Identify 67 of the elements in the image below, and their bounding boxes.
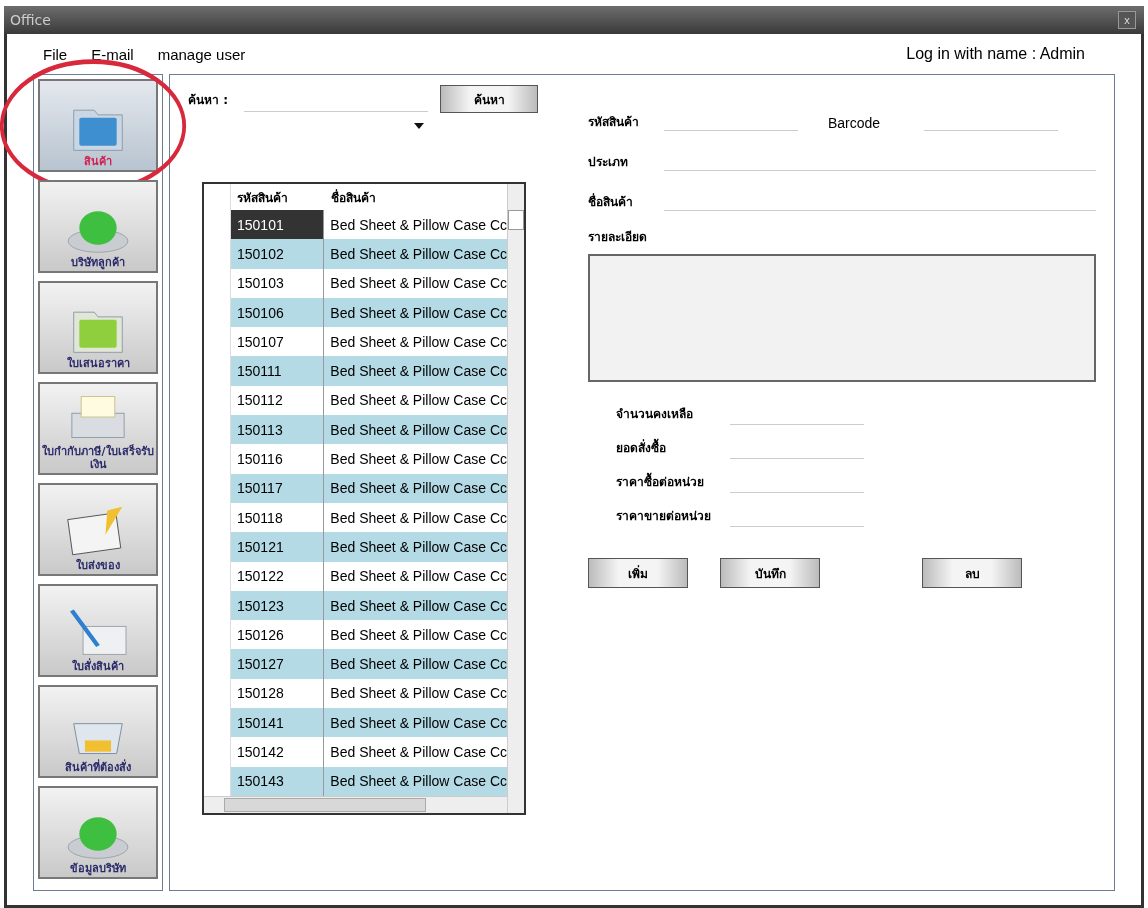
sidebar-item[interactable]: ใบกำกับภาษี/ใบเสร็จรับเงิน	[38, 382, 158, 475]
login-status: Log in with name : Admin	[906, 45, 1085, 63]
table-cell[interactable]: 150106	[231, 297, 325, 328]
table-cell[interactable]: Bed Sheet & Pillow Case Cc	[324, 297, 507, 328]
vertical-scrollbar[interactable]	[507, 184, 524, 813]
sidebar-item[interactable]: สินค้าที่ต้องสั่ง	[38, 685, 158, 778]
table-cell[interactable]: Bed Sheet & Pillow Case Cc	[324, 620, 507, 650]
window-title: Office	[10, 12, 51, 28]
search-button[interactable]: ค้นหา	[440, 85, 538, 113]
table-cell[interactable]: 150122	[231, 561, 325, 591]
table-cell[interactable]: Bed Sheet & Pillow Case Cc	[324, 502, 507, 533]
table-cell[interactable]: Bed Sheet & Pillow Case Cc	[324, 327, 507, 357]
table-cell[interactable]: 150117	[231, 473, 325, 503]
field-label: จำนวนคงเหลือ	[616, 405, 694, 423]
sidebar-item[interactable]: ข้อมูลบริษัท	[38, 786, 158, 879]
table-cell[interactable]: 150103	[231, 268, 325, 298]
table-cell[interactable]: Bed Sheet & Pillow Case Cc	[324, 737, 507, 767]
menu-item[interactable]: manage user	[157, 45, 246, 63]
table-cell[interactable]: 150116	[231, 444, 325, 474]
table-cell[interactable]: Bed Sheet & Pillow Case Cc	[324, 385, 507, 416]
table-cell[interactable]: Bed Sheet & Pillow Case Cc	[324, 268, 507, 298]
table-cell[interactable]: Bed Sheet & Pillow Case Cc	[324, 678, 507, 709]
field-label: รหัสสินค้า	[588, 114, 640, 131]
column-header[interactable]: รหัสสินค้า	[231, 184, 325, 210]
menu-item[interactable]: E-mail	[91, 45, 134, 63]
table-cell[interactable]: Bed Sheet & Pillow Case Cc	[324, 415, 507, 445]
field-label: ราคาซื้อต่อหน่วย	[616, 471, 705, 491]
sidebar-item[interactable]: ใบส่งของ	[38, 483, 158, 576]
table-cell[interactable]: Bed Sheet & Pillow Case Cc	[324, 356, 507, 386]
table-cell[interactable]: 150123	[231, 590, 325, 621]
table-cell[interactable]: Bed Sheet & Pillow Case Cc	[324, 444, 507, 474]
table-cell[interactable]: Bed Sheet & Pillow Case Cc	[324, 708, 507, 738]
detail-field[interactable]	[588, 254, 1096, 382]
table-cell[interactable]: Bed Sheet & Pillow Case Cc	[324, 561, 507, 591]
sidebar-item[interactable]: ใบสั่งสินค้า	[38, 584, 158, 677]
table-cell[interactable]: Bed Sheet & Pillow Case Cc	[324, 473, 507, 503]
sidebar-item[interactable]: ใบเสนอราคา	[38, 281, 158, 374]
action-button[interactable]: บันทึก	[720, 558, 820, 588]
table-cell[interactable]: 150102	[231, 239, 325, 269]
field-label: ราคาขายต่อหน่วย	[616, 507, 712, 525]
sidebar-item[interactable]: บริษัทลูกค้า	[38, 180, 158, 273]
table-cell[interactable]: 150101	[231, 210, 325, 240]
action-button[interactable]: เพิ่ม	[588, 558, 688, 588]
search-label: ค้นหา :	[188, 91, 229, 109]
field-label: ชื่อสินค้า	[588, 192, 634, 211]
table-cell[interactable]: Bed Sheet & Pillow Case Cc	[324, 210, 507, 240]
table-cell[interactable]: Bed Sheet & Pillow Case Cc	[324, 649, 507, 679]
close-button[interactable]: x	[1118, 11, 1136, 29]
table-cell[interactable]: 150143	[231, 766, 325, 796]
field-label: Barcode	[828, 115, 882, 131]
table-cell[interactable]: Bed Sheet & Pillow Case Cc	[324, 239, 507, 269]
table-cell[interactable]: Bed Sheet & Pillow Case Cc	[324, 532, 507, 562]
field-label: ยอดสั่งซื้อ	[616, 437, 667, 457]
menu-item[interactable]: File	[43, 45, 68, 63]
table-cell[interactable]: 150111	[231, 356, 325, 386]
caret-icon	[414, 123, 424, 129]
action-button[interactable]: ลบ	[922, 558, 1022, 588]
table-cell[interactable]: Bed Sheet & Pillow Case Cc	[324, 766, 507, 796]
table-cell[interactable]: 150142	[231, 737, 325, 767]
table-cell[interactable]: 150141	[231, 708, 325, 738]
table-cell[interactable]: 150121	[231, 532, 325, 562]
field-label: รายละเอียด	[588, 229, 648, 246]
field-label: ประเภท	[588, 154, 629, 171]
table-cell[interactable]: Bed Sheet & Pillow Case Cc	[324, 590, 507, 621]
table-cell[interactable]: 150127	[231, 649, 325, 679]
table-cell[interactable]: 150113	[231, 415, 325, 445]
column-header[interactable]: ชื่อสินค้า	[325, 184, 507, 210]
